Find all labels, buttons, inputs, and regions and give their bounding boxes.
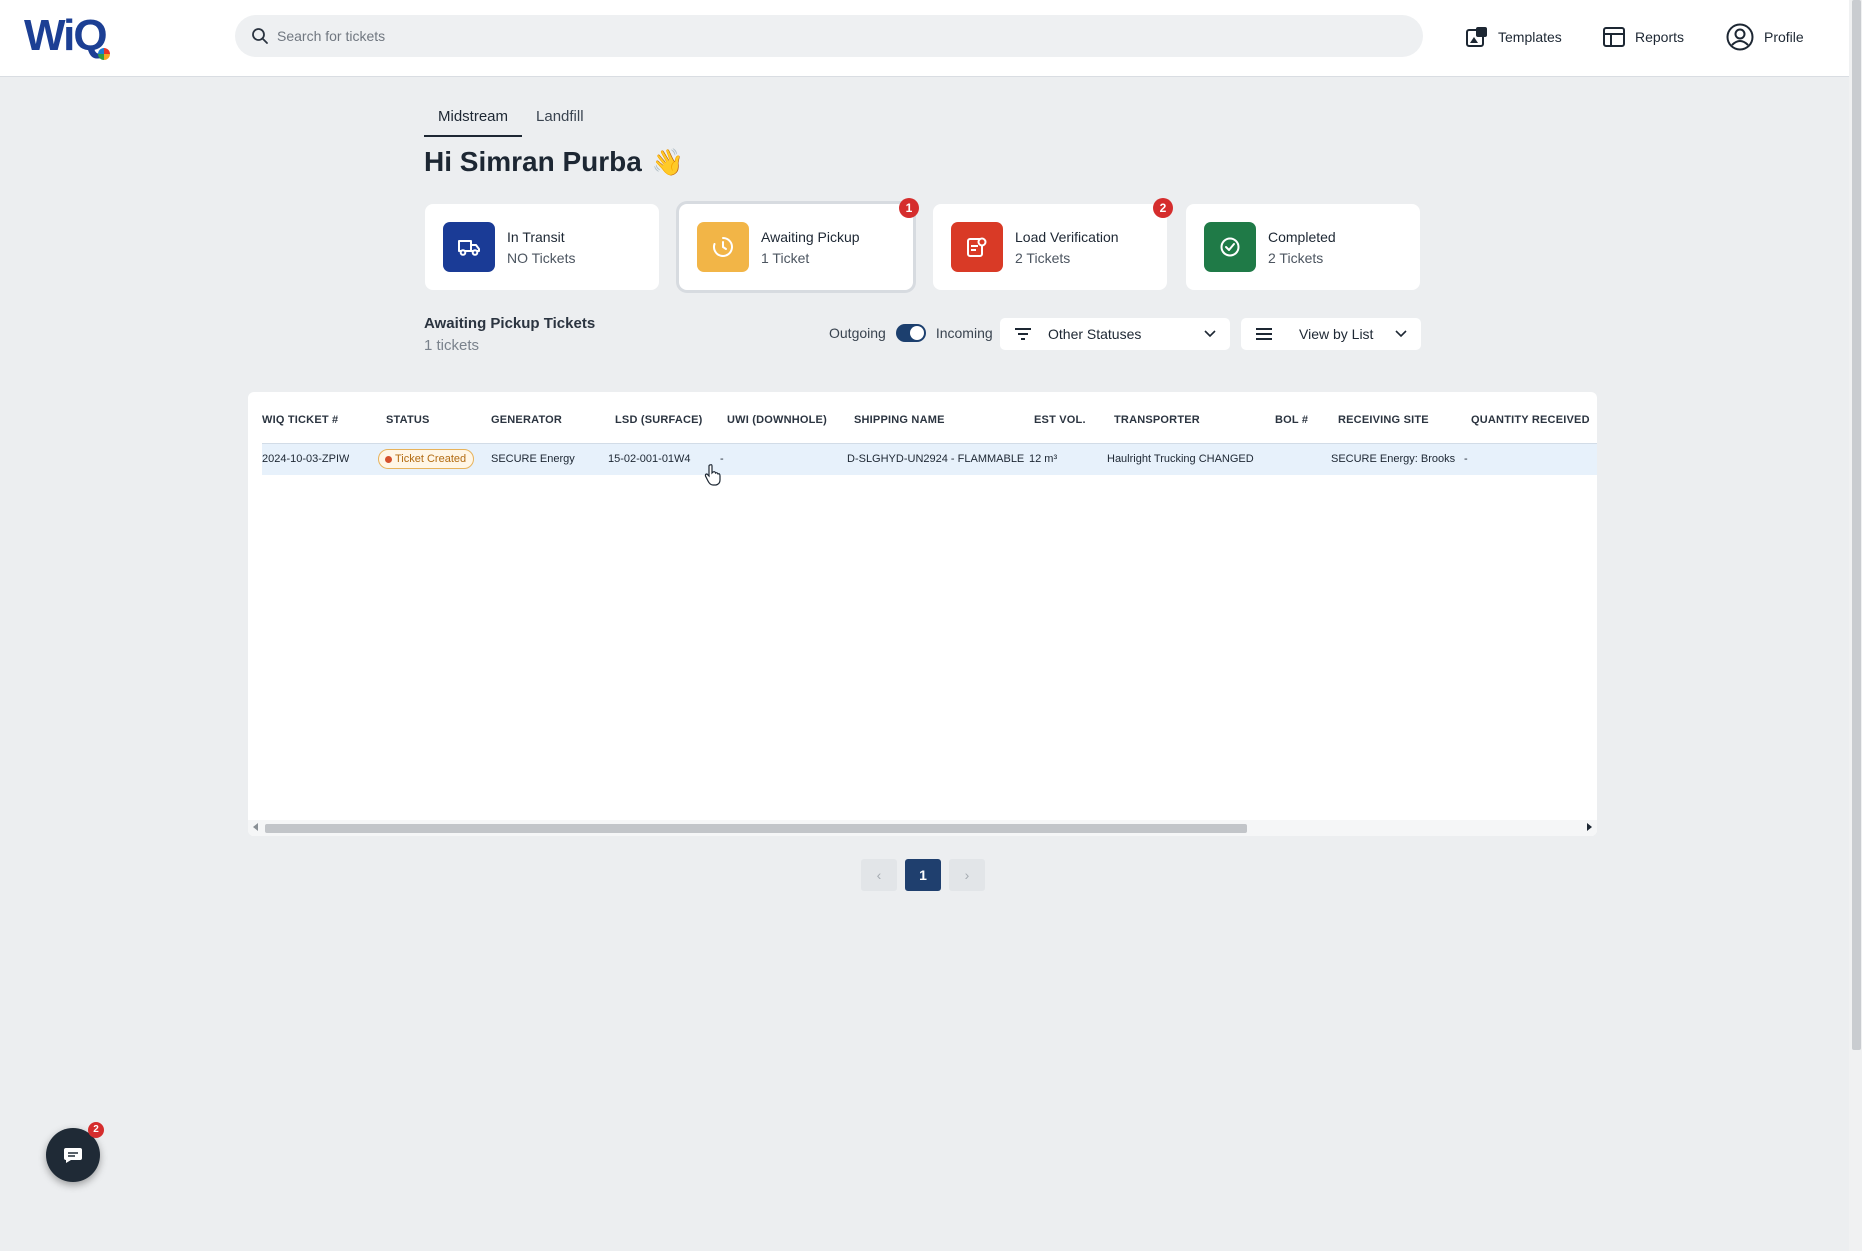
search-input[interactable] bbox=[277, 23, 1397, 49]
cell-receiving-site: SECURE Energy: Brooks bbox=[1331, 453, 1456, 465]
scrollbar-thumb[interactable] bbox=[1852, 0, 1861, 1050]
clock-icon bbox=[697, 222, 749, 272]
column-header[interactable]: RECEIVING SITE bbox=[1338, 414, 1429, 426]
greeting-text: Hi Simran Purba bbox=[424, 146, 642, 177]
check-circle-icon bbox=[1204, 222, 1256, 272]
direction-toggle-group: Outgoing Incoming bbox=[829, 324, 993, 342]
tab-landfill[interactable]: Landfill bbox=[522, 104, 598, 137]
notification-badge: 2 bbox=[1153, 198, 1173, 218]
chat-badge: 2 bbox=[88, 1122, 104, 1138]
list-icon bbox=[1256, 328, 1272, 340]
page-button-current[interactable]: 1 bbox=[905, 859, 941, 891]
column-header[interactable]: BOL # bbox=[1275, 414, 1308, 426]
nav-profile[interactable]: Profile bbox=[1726, 22, 1804, 52]
view-mode-dropdown[interactable]: View by List bbox=[1241, 318, 1421, 350]
ticket-count: 1 tickets bbox=[424, 337, 480, 354]
scroll-left-arrow-icon[interactable] bbox=[253, 823, 258, 831]
waving-hand-icon: 👋 bbox=[651, 146, 685, 177]
cell-ticket: 2024-10-03-ZPIW bbox=[262, 453, 350, 465]
tickets-table: WIQ TICKET # STATUS GENERATOR LSD (SURFA… bbox=[248, 392, 1597, 836]
cell-transporter: Haulright Trucking CHANGED bbox=[1107, 453, 1254, 465]
card-load-verification[interactable]: Load Verification 2 Tickets 2 bbox=[933, 198, 1173, 290]
filter-icon bbox=[1015, 328, 1031, 340]
chevron-down-icon bbox=[1395, 330, 1407, 338]
cell-est-vol: 12 m³ bbox=[1029, 453, 1058, 465]
hand-cursor-icon bbox=[704, 464, 721, 486]
greeting: Hi Simran Purba 👋 bbox=[424, 146, 684, 178]
category-tabs: Midstream Landfill bbox=[424, 104, 598, 137]
card-title: Awaiting Pickup bbox=[761, 229, 860, 245]
top-bar: WiQ Templates Reports Profile bbox=[0, 0, 1849, 77]
card-subtitle: 2 Tickets bbox=[1015, 250, 1071, 266]
direction-toggle[interactable] bbox=[895, 324, 926, 342]
column-header[interactable]: WIQ TICKET # bbox=[262, 414, 338, 426]
scrollbar-thumb[interactable] bbox=[265, 824, 1247, 833]
nav-reports-label: Reports bbox=[1635, 29, 1685, 45]
nav-templates-label: Templates bbox=[1498, 29, 1562, 45]
card-subtitle: 1 Ticket bbox=[761, 250, 810, 266]
search-bar[interactable] bbox=[235, 15, 1423, 57]
table-row[interactable]: 2024-10-03-ZPIW Ticket Created SECURE En… bbox=[262, 443, 1597, 475]
nav-profile-label: Profile bbox=[1764, 29, 1804, 45]
card-in-transit[interactable]: In Transit NO Tickets bbox=[425, 204, 659, 290]
cell-lsd: 15-02-001-01W4 bbox=[608, 453, 691, 465]
cell-quantity: - bbox=[1464, 453, 1468, 465]
nav-reports[interactable]: Reports bbox=[1603, 22, 1684, 52]
search-icon bbox=[252, 28, 268, 44]
status-filter-dropdown[interactable]: Other Statuses bbox=[1000, 318, 1230, 350]
column-header[interactable]: SHIPPING NAME bbox=[854, 414, 945, 426]
column-header[interactable]: QUANTITY RECEIVED bbox=[1471, 414, 1590, 426]
prev-page-button[interactable]: ‹ bbox=[861, 859, 897, 891]
profile-icon bbox=[1726, 23, 1754, 51]
pagination: ‹ 1 › bbox=[861, 859, 985, 891]
wiq-logo[interactable]: WiQ bbox=[24, 14, 124, 60]
vertical-scrollbar[interactable] bbox=[1849, 0, 1862, 1251]
chevron-down-icon bbox=[1204, 330, 1216, 338]
truck-icon bbox=[443, 222, 495, 272]
card-subtitle: NO Tickets bbox=[507, 250, 576, 266]
card-completed[interactable]: Completed 2 Tickets bbox=[1186, 204, 1420, 290]
verification-icon bbox=[951, 222, 1003, 272]
templates-icon bbox=[1466, 27, 1487, 47]
status-badge: Ticket Created bbox=[378, 449, 475, 469]
cell-shipping-name: D-SLGHYD-UN2924 - FLAMMABLE bbox=[847, 453, 1025, 465]
cell-generator: SECURE Energy bbox=[491, 453, 575, 465]
view-mode-label: View by List bbox=[1299, 326, 1374, 342]
column-header[interactable]: EST VOL. bbox=[1034, 414, 1086, 426]
card-title: In Transit bbox=[507, 229, 565, 245]
reports-icon bbox=[1603, 27, 1625, 47]
chat-button[interactable]: 2 bbox=[46, 1122, 104, 1182]
column-header[interactable]: LSD (SURFACE) bbox=[615, 414, 703, 426]
toggle-label-outgoing[interactable]: Outgoing bbox=[829, 325, 886, 341]
card-awaiting-pickup[interactable]: Awaiting Pickup 1 Ticket 1 bbox=[679, 198, 919, 290]
chat-icon bbox=[64, 1148, 82, 1163]
notification-badge: 1 bbox=[899, 198, 919, 218]
nav-templates[interactable]: Templates bbox=[1466, 22, 1562, 52]
tab-midstream[interactable]: Midstream bbox=[424, 104, 523, 137]
column-header[interactable]: STATUS bbox=[386, 414, 430, 426]
column-header[interactable]: GENERATOR bbox=[491, 414, 562, 426]
next-page-button[interactable]: › bbox=[949, 859, 985, 891]
horizontal-scrollbar[interactable] bbox=[248, 820, 1597, 836]
scroll-right-arrow-icon[interactable] bbox=[1587, 823, 1592, 831]
card-subtitle: 2 Tickets bbox=[1268, 250, 1324, 266]
column-header[interactable]: TRANSPORTER bbox=[1114, 414, 1200, 426]
card-title: Load Verification bbox=[1015, 229, 1119, 245]
column-header[interactable]: UWI (DOWNHOLE) bbox=[727, 414, 827, 426]
toggle-label-incoming[interactable]: Incoming bbox=[936, 325, 993, 341]
card-title: Completed bbox=[1268, 229, 1336, 245]
status-filter-label: Other Statuses bbox=[1048, 326, 1142, 342]
section-title: Awaiting Pickup Tickets bbox=[424, 315, 596, 332]
